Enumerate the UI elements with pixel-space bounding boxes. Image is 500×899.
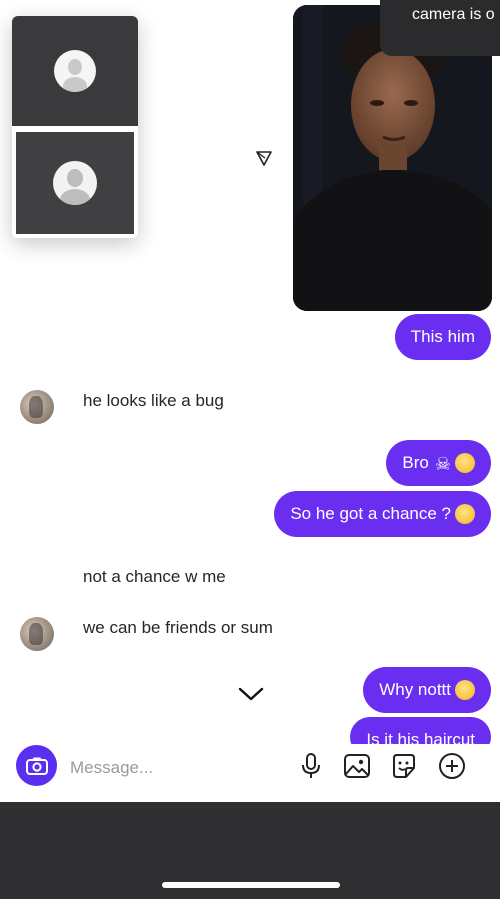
chevron-down-icon[interactable]: [238, 685, 264, 703]
home-indicator[interactable]: [162, 882, 340, 888]
message-input[interactable]: [68, 752, 282, 784]
avatar[interactable]: [20, 390, 54, 424]
outgoing-message[interactable]: Bro ☠: [386, 440, 491, 486]
outgoing-message[interactable]: This him: [394, 314, 491, 360]
message-text: This him: [410, 327, 475, 346]
camera-icon: [25, 757, 48, 775]
incoming-message[interactable]: we can be friends or sum: [83, 618, 273, 638]
crying-laughing-emoji-icon: [455, 503, 475, 524]
microphone-icon[interactable]: [297, 752, 325, 780]
outgoing-message[interactable]: Why nottt: [363, 667, 491, 713]
outgoing-message[interactable]: So he got a chance ?: [274, 491, 491, 537]
notification-banner[interactable]: camera is o: [380, 0, 500, 56]
default-avatar-icon: [53, 161, 97, 205]
call-tile-self[interactable]: [16, 132, 134, 234]
message-text: he looks like a bug: [83, 391, 224, 410]
message-text: So he got a chance ?: [290, 504, 451, 523]
incoming-message[interactable]: he looks like a bug: [83, 391, 224, 411]
skull-emoji-icon: ☠: [434, 453, 451, 474]
video-call-thumbnails[interactable]: [12, 16, 138, 238]
message-text: Why nottt: [379, 680, 451, 699]
send-arrow-icon[interactable]: [256, 150, 272, 166]
notification-text: camera is o: [412, 6, 495, 23]
gallery-icon[interactable]: [343, 752, 371, 780]
avatar[interactable]: [20, 617, 54, 651]
message-text: Bro: [402, 453, 429, 472]
crying-emoji-icon: [455, 679, 475, 700]
message-text: we can be friends or sum: [83, 618, 273, 637]
camera-button[interactable]: [16, 745, 57, 786]
message-text: not a chance w me: [83, 567, 226, 586]
call-tile-participant[interactable]: [12, 16, 138, 126]
crying-laughing-emoji-icon: [455, 452, 475, 473]
incoming-message[interactable]: not a chance w me: [83, 567, 226, 587]
default-avatar-icon: [54, 50, 96, 92]
sticker-icon[interactable]: [390, 752, 418, 780]
plus-icon[interactable]: [438, 752, 466, 780]
